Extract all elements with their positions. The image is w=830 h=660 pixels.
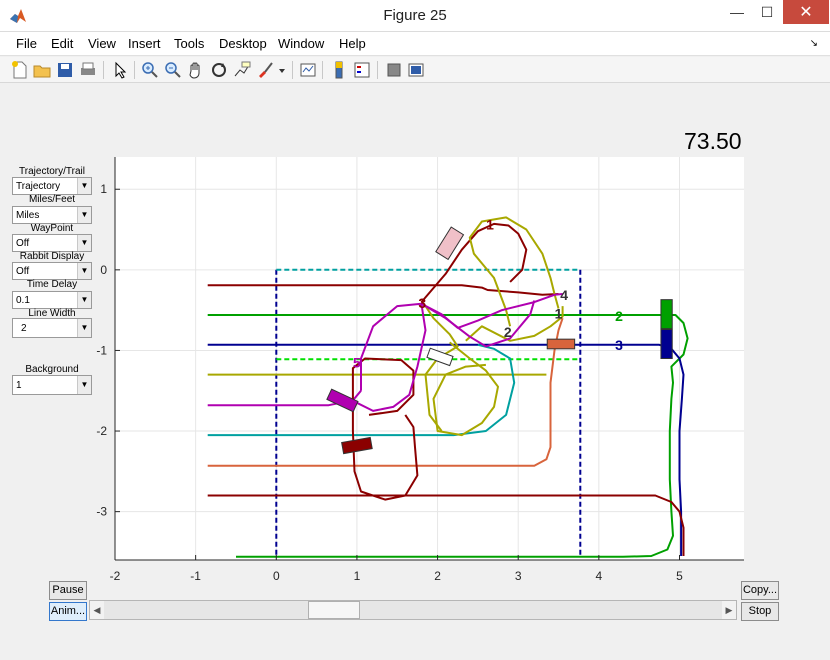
- y-tick-label: 0: [100, 263, 107, 277]
- slider-left-arrow-icon[interactable]: ◀: [90, 601, 104, 619]
- x-tick-label: 1: [354, 569, 361, 583]
- vehicle-label-3: 4: [560, 287, 568, 303]
- x-tick-label: 5: [676, 569, 683, 583]
- vehicle-label-6: 3: [418, 295, 426, 311]
- vehicle-label-7: 5: [353, 355, 361, 371]
- x-tick-label: 4: [596, 569, 603, 583]
- y-tick-label: -2: [96, 424, 107, 438]
- y-tick-label: 1: [100, 182, 107, 196]
- vehicle-3: [546, 338, 576, 350]
- slider-right-arrow-icon[interactable]: ▶: [722, 601, 736, 619]
- vehicle-label-5: 2: [504, 324, 512, 340]
- vehicle-label-2: 3: [615, 337, 623, 353]
- vehicle-label-1: 2: [615, 308, 623, 324]
- slider-thumb[interactable]: [308, 601, 361, 619]
- trajectory-plot[interactable]: 1 2 3 4 1 2 3 5 -2 -1 0 1 2 3 4 5 1 0 -1 -2 -3: [0, 0, 830, 660]
- copy-button[interactable]: Copy...: [741, 581, 779, 600]
- x-tick-label: 3: [515, 569, 522, 583]
- x-tick-label: 0: [273, 569, 280, 583]
- y-tick-label: -1: [96, 343, 107, 357]
- pause-button[interactable]: Pause: [49, 581, 87, 600]
- vehicle-label-4: 1: [555, 305, 563, 321]
- y-tick-label: -3: [96, 505, 107, 519]
- vehicle-4: [660, 299, 673, 330]
- vehicle-5: [660, 328, 673, 360]
- time-slider[interactable]: ◀ ▶: [89, 600, 737, 620]
- x-tick-label: -2: [110, 569, 121, 583]
- stop-button[interactable]: Stop: [741, 602, 779, 621]
- x-tick-label: 2: [434, 569, 441, 583]
- anim-button[interactable]: Anim...: [49, 602, 87, 621]
- vehicle-label-0: 1: [486, 217, 494, 233]
- x-tick-label: -1: [190, 569, 201, 583]
